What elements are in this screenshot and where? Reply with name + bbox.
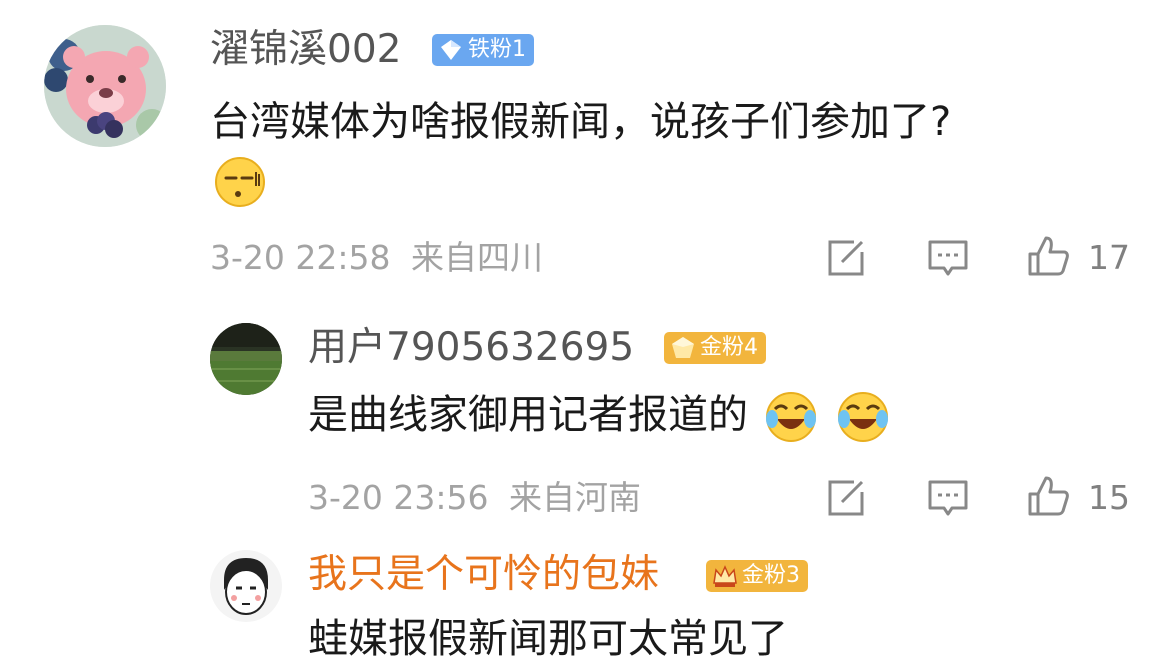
username[interactable]: 用户7905632695 bbox=[308, 324, 634, 372]
share-icon[interactable] bbox=[824, 236, 868, 280]
username[interactable]: 濯锦溪002 bbox=[210, 26, 401, 74]
crown-icon bbox=[713, 565, 737, 587]
laughing-crying-face-icon bbox=[765, 392, 816, 442]
comment-meta: 3-20 23:56 来自河南 bbox=[308, 478, 641, 518]
comment-text: 蛙媒报假新闻那可太常见了 bbox=[308, 616, 788, 662]
like-icon[interactable] bbox=[1026, 474, 1070, 518]
fan-badge[interactable]: 金粉4 bbox=[664, 332, 766, 364]
comment-body: 是曲线家御用记者报道的 bbox=[308, 392, 748, 438]
comment-meta: 3-20 22:58 来自四川 bbox=[210, 238, 543, 278]
comment-icon[interactable] bbox=[926, 476, 970, 520]
like-count: 15 bbox=[1088, 478, 1130, 517]
gold-gem-icon bbox=[672, 337, 694, 358]
location: 来自四川 bbox=[411, 238, 543, 277]
comment-icon[interactable] bbox=[926, 236, 970, 280]
speechless-face-icon bbox=[215, 157, 265, 207]
fan-badge[interactable]: 铁粉1 bbox=[432, 34, 534, 66]
badge-label: 金粉3 bbox=[742, 563, 800, 588]
badge-label: 金粉4 bbox=[700, 335, 758, 360]
comment-item: 濯锦溪002 铁粉1 台湾媒体为啥报假新闻，说孩子们参加了? 3-20 22:5… bbox=[0, 0, 1170, 290]
fan-badge[interactable]: 金粉3 bbox=[706, 560, 808, 592]
like-count: 17 bbox=[1088, 238, 1130, 277]
comment-text: 是曲线家御用记者报道的 bbox=[308, 390, 889, 443]
timestamp: 3-20 23:56 bbox=[308, 478, 489, 517]
comment-item: 我只是个可怜的包妹 金粉3 蛙媒报假新闻那可太常见了 bbox=[0, 540, 1170, 672]
comment-text: 台湾媒体为啥报假新闻，说孩子们参加了? bbox=[210, 99, 952, 145]
username[interactable]: 我只是个可怜的包妹 bbox=[308, 551, 659, 599]
timestamp: 3-20 22:58 bbox=[210, 238, 391, 277]
location: 来自河南 bbox=[509, 478, 641, 517]
avatar[interactable] bbox=[210, 323, 282, 395]
share-icon[interactable] bbox=[824, 476, 868, 520]
avatar[interactable] bbox=[210, 550, 282, 622]
diamond-icon bbox=[441, 40, 461, 60]
like-icon[interactable] bbox=[1026, 234, 1070, 278]
badge-label: 铁粉1 bbox=[468, 37, 526, 62]
comment-item: 用户7905632695 金粉4 是曲线家御用记者报道的 3-20 23:56 … bbox=[0, 300, 1170, 540]
laughing-crying-face-icon bbox=[838, 392, 889, 442]
avatar[interactable] bbox=[44, 25, 166, 147]
